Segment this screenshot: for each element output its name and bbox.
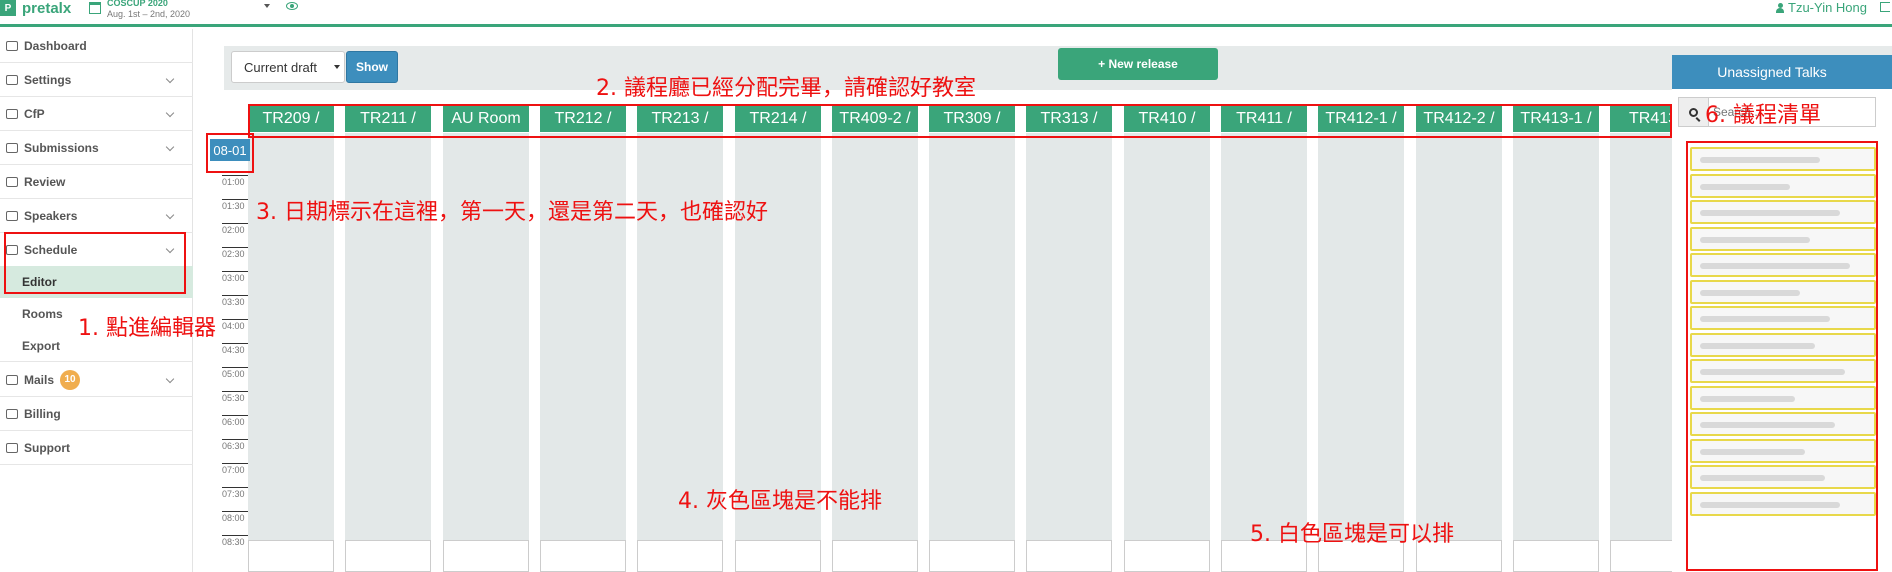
sidebar-item-label: Settings <box>24 72 72 87</box>
available-slot[interactable] <box>540 540 626 572</box>
time-label: 06:30 <box>222 439 248 451</box>
version-select[interactable]: Current draft <box>231 51 345 83</box>
time-label: 03:30 <box>222 295 248 307</box>
annotation-box-talk-list <box>1686 141 1878 571</box>
time-label: 02:30 <box>222 247 248 259</box>
time-label: 03:00 <box>222 271 248 283</box>
available-slot[interactable] <box>345 540 431 572</box>
available-slot[interactable] <box>735 540 821 572</box>
annotation-box-editor <box>4 232 186 294</box>
time-label: 08:30 <box>222 535 248 547</box>
chevron-down-icon <box>165 142 175 152</box>
available-slot[interactable] <box>832 540 918 572</box>
sidebar-item-label: CfP <box>24 106 45 121</box>
annotation-step-6: 6. 議程清單 <box>1705 103 1821 128</box>
eye-icon[interactable] <box>286 2 298 10</box>
sidebar-item-speakers[interactable]: Speakers <box>0 199 193 233</box>
chevron-down-icon <box>165 210 175 220</box>
chevron-down-icon <box>165 374 175 384</box>
available-slot[interactable] <box>929 540 1015 572</box>
annotation-step-3: 3. 日期標示在這裡，第一天，還是第二天，也確認好 <box>256 200 768 225</box>
event-dates: Aug. 1st – 2nd, 2020 <box>107 9 191 19</box>
available-slot[interactable] <box>248 540 334 572</box>
room-column <box>929 133 1015 572</box>
sidebar-item-label: Billing <box>24 406 61 421</box>
event-name: COSCUP 2020 <box>107 0 168 8</box>
annotation-step-2: 2. 議程廳已經分配完畢，請確認好教室 <box>596 76 976 101</box>
sidebar-item-label: Speakers <box>24 208 78 223</box>
envelope-icon <box>6 374 18 385</box>
logo-text: pretalx <box>22 0 72 17</box>
calendar-icon <box>89 2 101 14</box>
room-column <box>1221 133 1307 572</box>
available-slot[interactable] <box>1026 540 1112 572</box>
annotation-step-1: 1. 點進編輯器 <box>78 316 216 341</box>
available-slot[interactable] <box>1513 540 1599 572</box>
time-label: 06:00 <box>222 415 248 427</box>
sidebar-item-mails[interactable]: Mails 10 <box>0 363 193 397</box>
annotation-box-rooms <box>248 104 1672 138</box>
logo[interactable]: P pretalx <box>0 0 72 17</box>
time-label: 04:00 <box>222 319 248 331</box>
megaphone-icon <box>6 108 18 119</box>
time-label: 04:30 <box>222 343 248 355</box>
editor-toolbar: Current draft Show + New release <box>224 46 1892 90</box>
chevron-down-icon <box>165 74 175 84</box>
annotation-step-5: 5. 白色區塊是可以排 <box>1250 522 1454 547</box>
available-slot[interactable] <box>443 540 529 572</box>
sidebar-item-cfp[interactable]: CfP <box>0 97 193 131</box>
time-label: 07:00 <box>222 463 248 475</box>
time-label: 01:30 <box>222 199 248 211</box>
time-label: 02:00 <box>222 223 248 235</box>
time-label: 05:00 <box>222 367 248 379</box>
sticky-note-icon <box>6 142 18 153</box>
sidebar-item-review[interactable]: Review <box>0 165 193 199</box>
logout-icon[interactable] <box>1880 2 1890 12</box>
sidebar-item-label: Mails <box>24 372 55 387</box>
time-label: 05:30 <box>222 391 248 403</box>
sidebar-item-submissions[interactable]: Submissions <box>0 131 193 165</box>
mails-count-badge: 10 <box>60 369 81 390</box>
time-label: 08:00 <box>222 511 248 523</box>
sidebar-item-label: Review <box>24 174 66 189</box>
credit-card-icon <box>6 408 18 419</box>
event-dropdown-chevron-icon[interactable] <box>264 4 270 8</box>
sidebar-item-billing[interactable]: Billing <box>0 397 193 431</box>
dashboard-icon <box>6 40 18 51</box>
eye-icon <box>6 176 18 187</box>
event-switcher[interactable]: COSCUP 2020 Aug. 1st – 2nd, 2020 <box>89 0 190 20</box>
top-bar: P pretalx COSCUP 2020 Aug. 1st – 2nd, 20… <box>0 0 1892 27</box>
annotation-step-4: 4. 灰色區塊是不能排 <box>678 489 882 514</box>
room-column <box>1513 133 1599 572</box>
time-label: 01:00 <box>222 175 248 187</box>
sidebar-item-dashboard[interactable]: Dashboard <box>0 29 193 63</box>
id-card-icon <box>6 210 18 221</box>
room-column <box>1026 133 1112 572</box>
unassigned-talks-title: Unassigned Talks <box>1672 55 1892 89</box>
wrench-icon <box>6 74 18 85</box>
life-ring-icon <box>6 442 18 453</box>
sidebar-item-label: Dashboard <box>24 38 87 53</box>
annotation-box-date <box>206 133 254 173</box>
available-slot[interactable] <box>1124 540 1210 572</box>
room-column <box>1318 133 1404 572</box>
chevron-down-icon <box>165 108 175 118</box>
new-release-button[interactable]: + New release <box>1058 48 1218 80</box>
room-column <box>1416 133 1502 572</box>
user-icon <box>1776 2 1784 13</box>
sidebar-item-label: Submissions <box>24 140 99 155</box>
show-button[interactable]: Show <box>346 51 398 83</box>
user-menu[interactable]: Tzu-Yin Hong <box>1776 0 1867 15</box>
sidebar-item-settings[interactable]: Settings <box>0 63 193 97</box>
sidebar-item-support[interactable]: Support <box>0 431 193 465</box>
available-slot[interactable] <box>637 540 723 572</box>
user-name: Tzu-Yin Hong <box>1788 0 1867 15</box>
logo-mark: P <box>0 0 16 16</box>
sidebar-item-label: Support <box>24 440 70 455</box>
sidebar: Dashboard Settings CfP Submissions Revie… <box>0 29 193 572</box>
room-column <box>1124 133 1210 572</box>
time-label: 07:30 <box>222 487 248 499</box>
